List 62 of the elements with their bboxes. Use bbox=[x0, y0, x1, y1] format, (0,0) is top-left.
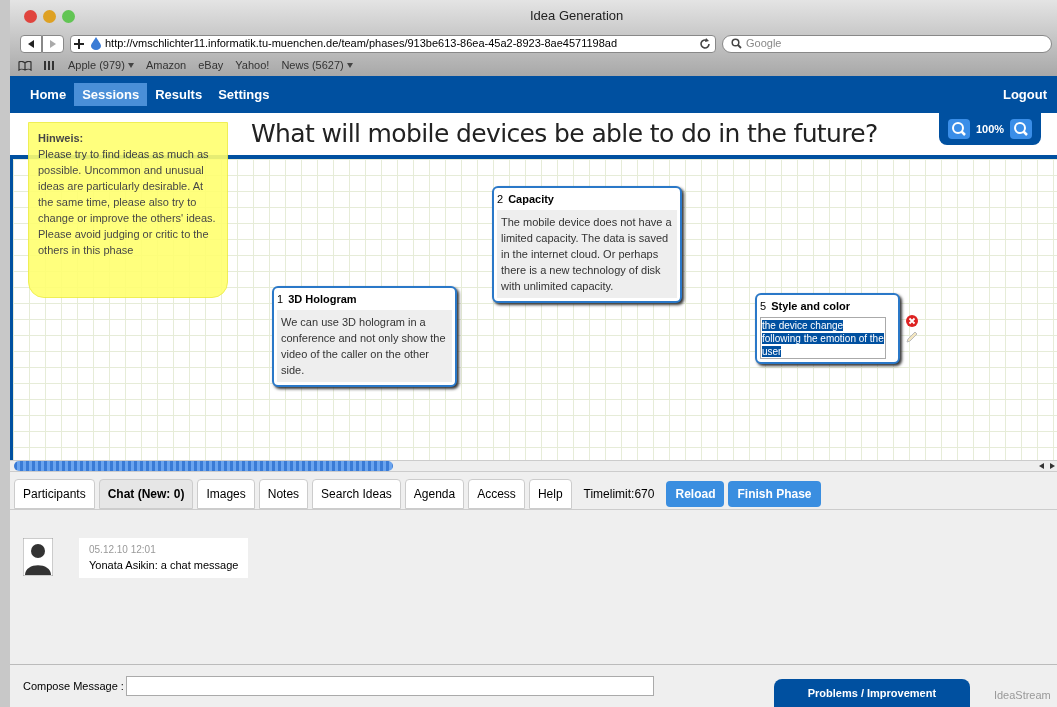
scroll-right-icon[interactable] bbox=[1047, 462, 1057, 470]
timelimit-text: Timelimit:670 bbox=[583, 485, 655, 503]
address-field[interactable]: http://vmschlichter11.informatik.tu-muenchen.de/team/phases/913be613-86ea-45a2-8923-8ae4571198ad bbox=[70, 34, 716, 53]
scrollbar-thumb[interactable] bbox=[14, 461, 393, 471]
forward-icon bbox=[49, 39, 57, 48]
bookmark-link[interactable]: eBay bbox=[198, 57, 224, 74]
zoom-reading: 100% bbox=[975, 121, 1005, 137]
hint-text: Please try to find ideas as much as possible. Uncommon and unusual ideas are particularly desirable. At the same time, please also try to change or improve the others' ideas. Please avoid judging or critic to the others in this phase bbox=[38, 147, 217, 258]
drop-icon bbox=[91, 37, 101, 50]
compose-label: Compose Message : bbox=[23, 678, 124, 694]
url-text: http://vmschlichter11.informatik.tu-muenchen.de/team/phases/913be613-86ea-45a2-8923-8ae4571198ad bbox=[105, 36, 619, 52]
tab[interactable]: Access bbox=[468, 479, 525, 509]
tab[interactable]: Help bbox=[528, 479, 572, 509]
bookmark-link[interactable]: Apple (979) bbox=[68, 57, 125, 74]
caret-icon[interactable] bbox=[346, 63, 353, 68]
search-field[interactable]: Google bbox=[722, 34, 1052, 53]
idea-text: We can use 3D hologram in a conference and not only show the video of the caller on the other side. bbox=[277, 309, 452, 382]
nav-link[interactable]: Home bbox=[22, 82, 75, 107]
nav-link[interactable]: Settings bbox=[210, 82, 278, 107]
tab[interactable]: Chat (New: 0) bbox=[98, 479, 194, 509]
zoom-icon[interactable] bbox=[947, 119, 970, 139]
nav-link[interactable]: Results bbox=[147, 82, 211, 107]
book-icon[interactable] bbox=[18, 60, 32, 71]
idea-number: 2 bbox=[497, 192, 504, 207]
grid-icon[interactable] bbox=[44, 61, 56, 70]
idea-number: 1 bbox=[277, 292, 284, 307]
close-icon[interactable] bbox=[24, 9, 37, 23]
idea-title: Style and color bbox=[771, 299, 850, 314]
reload-icon[interactable] bbox=[699, 37, 711, 50]
idea-number: 5 bbox=[760, 299, 767, 314]
scroll-left-icon[interactable] bbox=[1037, 462, 1047, 470]
tab[interactable]: Notes bbox=[258, 479, 309, 509]
caret-icon[interactable] bbox=[127, 63, 134, 68]
avatar-icon bbox=[23, 538, 53, 576]
zoom-icon[interactable] bbox=[1010, 119, 1033, 139]
delete-icon[interactable] bbox=[906, 315, 918, 327]
chat-message: Yonata Asikin: a chat message bbox=[89, 558, 239, 573]
search-icon bbox=[731, 38, 742, 49]
logout-link[interactable]: Logout bbox=[1002, 84, 1047, 105]
compose-field[interactable] bbox=[125, 676, 654, 696]
bookmark-link[interactable]: Yahoo! bbox=[235, 57, 270, 74]
idea-title: Capacity bbox=[508, 192, 554, 207]
idea-card[interactable]: 2 Capacity The mobile device does not have a limited capacity. The data is saved in the internet cloud. Or perhaps there is a new technology of disk with unlimited capacity. bbox=[492, 186, 682, 303]
idea-text: The mobile device does not have a limited capacity. The data is saved in the internet cloud. Or perhaps there is a new technology of disk with unlimited capacity. bbox=[497, 209, 677, 298]
tab[interactable]: Images bbox=[197, 479, 255, 509]
tab[interactable]: Participants bbox=[14, 479, 95, 509]
window-title: Idea Generation bbox=[530, 7, 624, 26]
tab[interactable]: Search Ideas bbox=[312, 479, 401, 509]
feedback-button[interactable]: Problems / Improvement bbox=[773, 679, 970, 707]
tab[interactable]: Agenda bbox=[404, 479, 465, 509]
bookmark-link[interactable]: Amazon bbox=[145, 57, 187, 74]
search-input[interactable]: Google bbox=[746, 35, 1043, 52]
hint-title: Hinweis: bbox=[38, 131, 85, 146]
back-icon bbox=[27, 39, 35, 48]
idea-title: 3D Hologram bbox=[288, 292, 357, 307]
idea-card[interactable]: 1 3D Hologram We can use 3D hologram in a conference and not only show the video of the caller on the other side. bbox=[272, 286, 457, 387]
footer-text: IdeaStream bbox=[993, 687, 1051, 703]
idea-text-field[interactable]: the device change following the emotion of the user bbox=[760, 316, 886, 359]
back-button[interactable] bbox=[20, 34, 42, 53]
chat-time: 05.12.10 12:01 bbox=[89, 543, 157, 557]
bookmark-link[interactable]: News (5627) bbox=[281, 57, 344, 74]
question-title: What will mobile devices be able to do in the future? bbox=[251, 118, 878, 151]
